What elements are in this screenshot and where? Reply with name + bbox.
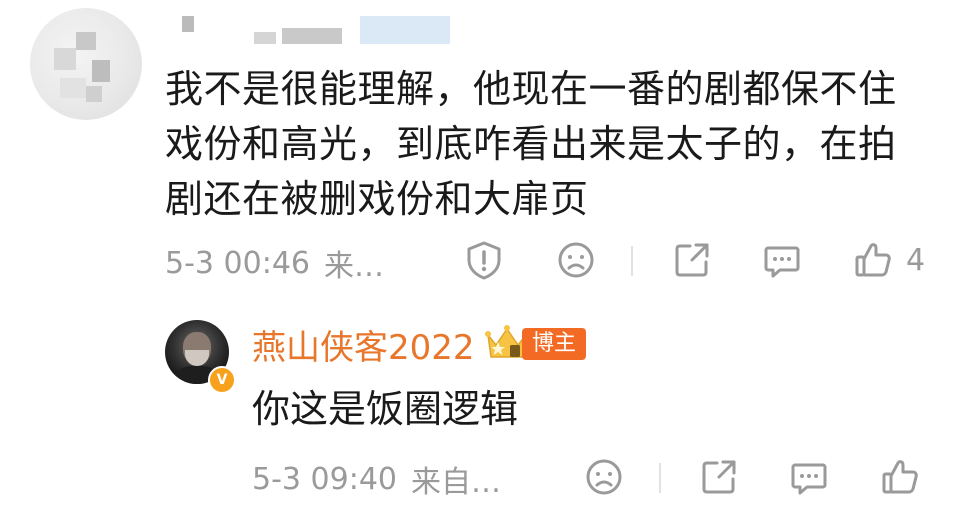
sad-face-icon[interactable] bbox=[582, 455, 626, 499]
blogger-badge: 博主 bbox=[522, 328, 587, 360]
comment-line: 我不是很能理解，他现在一番的剧都保不住 bbox=[165, 67, 897, 111]
comment-source[interactable]: 来… bbox=[324, 241, 384, 285]
divider bbox=[631, 246, 633, 276]
reply-author-name[interactable]: 燕山侠客2022 bbox=[252, 320, 475, 369]
commenter-avatar[interactable] bbox=[30, 8, 142, 120]
reply-body: 你这是饭圈逻辑 bbox=[252, 387, 519, 431]
verified-badge: V bbox=[208, 366, 236, 394]
comment-time: 5-3 00:46 bbox=[165, 245, 310, 281]
reply-source[interactable]: 来自… bbox=[411, 457, 501, 501]
commenter-name-blurred[interactable] bbox=[182, 14, 452, 48]
reply-meta: 5-3 09:40 来自… bbox=[252, 455, 501, 503]
comment-line: 戏份和高光，到底咋看出来是太子的，在拍 bbox=[165, 122, 897, 166]
comment-icon[interactable] bbox=[787, 455, 831, 499]
thumbs-up-icon[interactable] bbox=[851, 238, 895, 282]
like-count: 4 bbox=[906, 243, 926, 278]
sad-face-icon[interactable] bbox=[554, 238, 598, 282]
alert-circle-icon[interactable] bbox=[462, 238, 506, 282]
comment-thread: 我不是很能理解，他现在一番的剧都保不住 戏份和高光，到底咋看出来是太子的，在拍 … bbox=[0, 0, 960, 524]
reply-time: 5-3 09:40 bbox=[252, 461, 397, 497]
share-icon[interactable] bbox=[697, 455, 741, 499]
comment-body: 我不是很能理解，他现在一番的剧都保不住 戏份和高光，到底咋看出来是太子的，在拍 … bbox=[165, 62, 935, 227]
divider bbox=[659, 463, 661, 493]
thumbs-up-icon[interactable] bbox=[878, 455, 922, 499]
comment-line: 剧还在被删戏份和大扉页 bbox=[165, 177, 589, 221]
share-icon[interactable] bbox=[670, 238, 714, 282]
comment-icon[interactable] bbox=[760, 238, 804, 282]
